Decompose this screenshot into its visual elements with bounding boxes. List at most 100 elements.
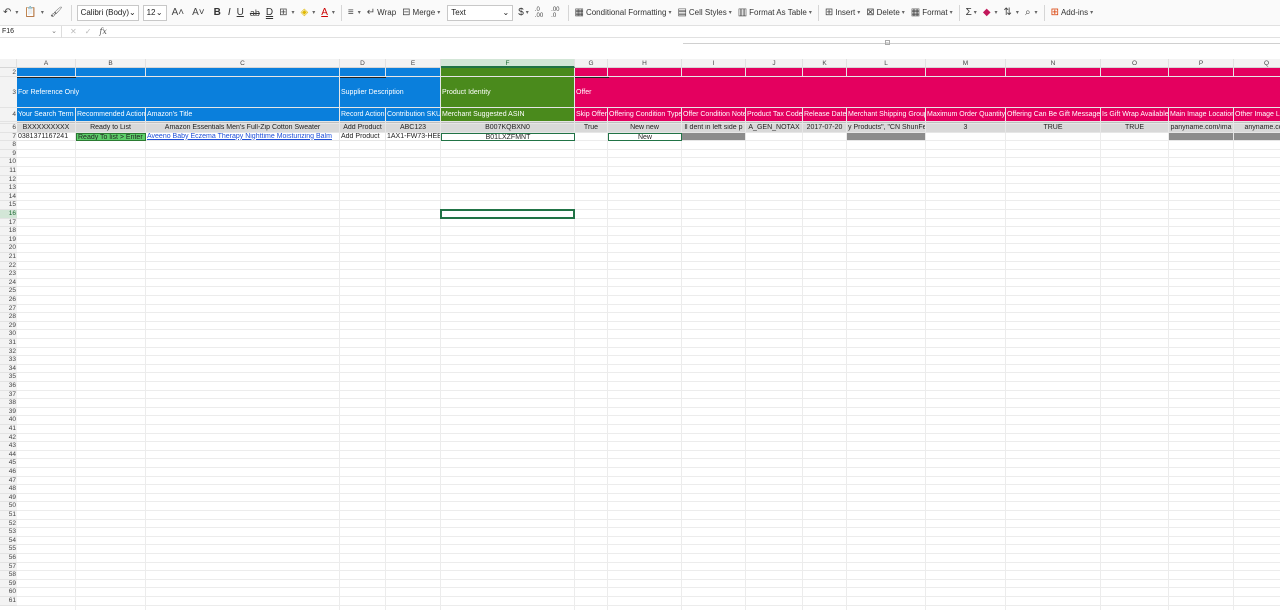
- cell-h7[interactable]: New: [608, 132, 682, 142]
- sample-cell-a[interactable]: BXXXXXXXXX: [17, 124, 76, 133]
- sample-cell-f[interactable]: B007KQBXN0: [441, 124, 575, 133]
- cancel-icon[interactable]: ✕: [70, 27, 77, 36]
- merge-button[interactable]: ⊟ Merge ▾: [399, 3, 443, 23]
- cell-b2[interactable]: [76, 68, 146, 77]
- currency-button[interactable]: $ ▾: [515, 3, 532, 23]
- column-title-i[interactable]: Offer Condition Note: [682, 108, 746, 122]
- format-button[interactable]: ▦ Format ▾: [908, 3, 956, 23]
- column-header-b[interactable]: B: [76, 59, 146, 68]
- cell-p7[interactable]: [1169, 132, 1234, 142]
- delete-button[interactable]: ⊠ Delete ▾: [863, 3, 908, 23]
- cell-e2[interactable]: [386, 68, 441, 77]
- cell-j2[interactable]: [746, 68, 803, 77]
- increase-decimal-button[interactable]: .0.00: [532, 3, 548, 23]
- borders-button[interactable]: ⊞ ▾: [276, 3, 297, 23]
- name-box[interactable]: F16 ⌄: [0, 25, 62, 38]
- column-title-a[interactable]: Your Search Term: [17, 108, 76, 122]
- column-title-g[interactable]: Skip Offer: [575, 108, 608, 122]
- double-underline-button[interactable]: D: [263, 3, 276, 23]
- column-header-p[interactable]: P: [1169, 59, 1234, 68]
- undo-button[interactable]: ↶ ▾: [0, 3, 21, 23]
- column-title-f[interactable]: Merchant Suggested ASIN: [441, 108, 575, 122]
- confirm-icon[interactable]: ✓: [85, 27, 92, 36]
- cell-l7[interactable]: [847, 132, 926, 142]
- column-header-c[interactable]: C: [146, 59, 340, 68]
- column-header-q[interactable]: Q: [1234, 59, 1280, 68]
- cell-o2[interactable]: [1101, 68, 1169, 77]
- column-title-b[interactable]: Recommended Action: [76, 108, 146, 122]
- selected-cell-f16[interactable]: [440, 209, 575, 219]
- cell-k2[interactable]: [803, 68, 847, 77]
- column-header-a[interactable]: A: [17, 59, 76, 68]
- function-icon[interactable]: fx: [99, 27, 106, 36]
- column-header-g[interactable]: G: [575, 59, 608, 68]
- cell-f2[interactable]: [441, 68, 575, 77]
- column-header-o[interactable]: O: [1101, 59, 1169, 68]
- find-button[interactable]: ⌕ ▾: [1022, 3, 1041, 23]
- bold-button[interactable]: B: [210, 3, 225, 23]
- number-format-select[interactable]: Text ⌄: [447, 4, 514, 21]
- sample-cell-q[interactable]: anyname.com: [1234, 124, 1280, 133]
- column-header-e[interactable]: E: [386, 59, 441, 68]
- column-header-i[interactable]: I: [682, 59, 746, 68]
- align-button[interactable]: ≡ ▾: [345, 3, 364, 23]
- cell-f7[interactable]: B01LXZFMNT: [441, 132, 575, 142]
- cell-d2[interactable]: [340, 68, 386, 77]
- cell-l2[interactable]: [847, 68, 926, 77]
- column-header-h[interactable]: H: [608, 59, 682, 68]
- column-header-l[interactable]: L: [847, 59, 926, 68]
- strikethrough-button[interactable]: ab: [247, 3, 263, 23]
- underline-button[interactable]: U: [234, 3, 247, 23]
- decrease-font-button[interactable]: A˅: [189, 3, 210, 23]
- column-header-f[interactable]: F: [441, 59, 575, 68]
- conditional-formatting-button[interactable]: ▦ Conditional Formatting ▾: [572, 3, 675, 23]
- decrease-decimal-button[interactable]: .00.0: [548, 3, 564, 23]
- column-title-h[interactable]: Offering Condition Type: [608, 108, 682, 122]
- column-title-k[interactable]: Release Date: [803, 108, 847, 122]
- font-name-select[interactable]: Calibri (Body) ⌄: [76, 4, 139, 21]
- column-title-l[interactable]: Merchant Shipping Group: [847, 108, 926, 122]
- cell-i7[interactable]: [682, 132, 746, 142]
- collapse-group-button[interactable]: −: [885, 40, 890, 46]
- cell-q7[interactable]: [1234, 132, 1280, 142]
- group-header-reference[interactable]: For Reference Only: [17, 77, 340, 108]
- column-header-j[interactable]: J: [746, 59, 803, 68]
- column-title-q[interactable]: Other Image Lo: [1234, 108, 1280, 122]
- increase-font-button[interactable]: A˄: [169, 3, 190, 23]
- cell-g2[interactable]: [575, 68, 608, 77]
- column-title-j[interactable]: Product Tax Code: [746, 108, 803, 122]
- cell-h2[interactable]: [608, 68, 682, 77]
- format-as-table-button[interactable]: ▥ Format As Table ▾: [735, 3, 815, 23]
- cell-a7[interactable]: 0381371167241: [17, 132, 76, 142]
- autosum-button[interactable]: Σ ▾: [963, 3, 980, 23]
- cell-c2[interactable]: [146, 68, 340, 77]
- sample-cell-e[interactable]: ABC123: [386, 124, 441, 133]
- group-header-supplier[interactable]: Supplier Description: [340, 77, 441, 108]
- sample-cell-h[interactable]: New new: [608, 124, 682, 133]
- column-title-c[interactable]: Amazon's Title: [146, 108, 340, 122]
- cell-b7[interactable]: Ready To list > Enter: [76, 132, 146, 142]
- cell-d7[interactable]: Add Product: [340, 132, 386, 142]
- addins-button[interactable]: ⊞ Add-ins ▾: [1048, 3, 1097, 23]
- sample-cell-m[interactable]: 3: [926, 124, 1006, 133]
- column-title-n[interactable]: Offering Can Be Gift Messaged: [1006, 108, 1101, 122]
- sample-cell-d[interactable]: Add Product: [340, 124, 386, 133]
- sample-cell-i[interactable]: ll dent in left side p: [682, 124, 746, 133]
- sample-cell-o[interactable]: TRUE: [1101, 124, 1169, 133]
- wrap-button[interactable]: ↵ Wrap: [364, 3, 399, 23]
- column-title-o[interactable]: Is Gift Wrap Available: [1101, 108, 1169, 122]
- sample-cell-g[interactable]: True: [575, 124, 608, 133]
- italic-button[interactable]: I: [225, 3, 234, 23]
- font-size-select[interactable]: 12 ⌄: [142, 4, 167, 21]
- sample-cell-p[interactable]: panyname.com/ima: [1169, 124, 1234, 133]
- font-color-button[interactable]: A ▾: [318, 3, 338, 23]
- cell-a2[interactable]: [17, 68, 76, 77]
- sample-cell-c[interactable]: Amazon Essentials Men's Full-Zip Cotton …: [146, 124, 340, 133]
- cell-m2[interactable]: [926, 68, 1006, 77]
- column-header-d[interactable]: D: [340, 59, 386, 68]
- sheet-grid[interactable]: For Reference Only Supplier Description Pr…: [0, 68, 1280, 610]
- cell-n2[interactable]: [1006, 68, 1101, 77]
- column-header-m[interactable]: M: [926, 59, 1006, 68]
- sample-cell-j[interactable]: A_GEN_NOTAX: [746, 124, 803, 133]
- column-header-n[interactable]: N: [1006, 59, 1101, 68]
